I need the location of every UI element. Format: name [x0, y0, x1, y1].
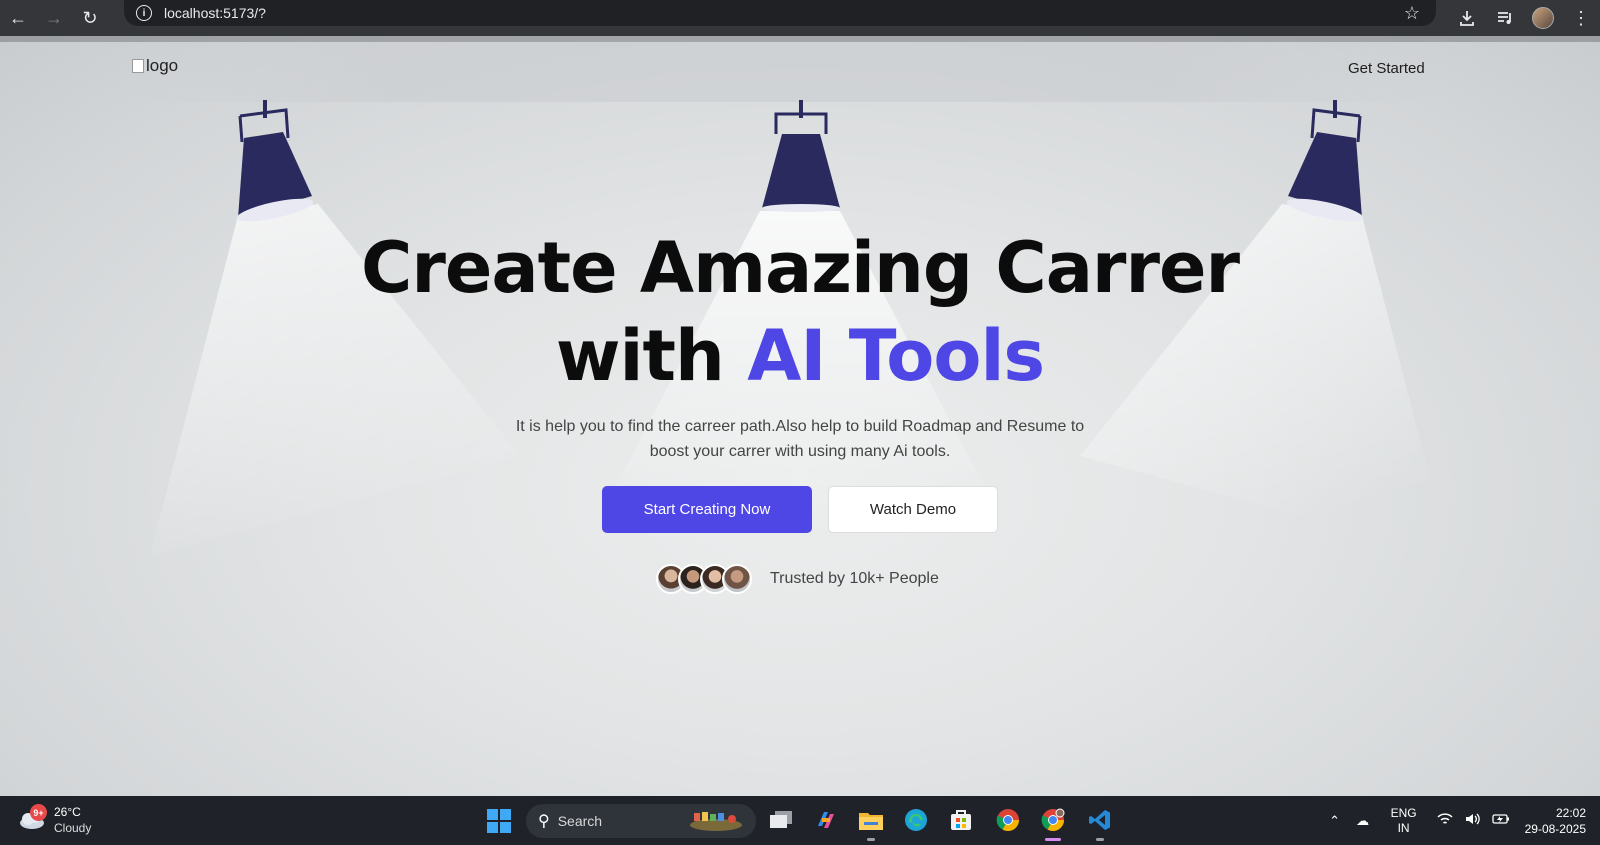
start-creating-button[interactable]: Start Creating Now	[602, 486, 812, 533]
logo[interactable]: logo	[132, 56, 178, 76]
task-view-icon[interactable]	[766, 805, 796, 835]
back-arrow-icon[interactable]: ←	[0, 0, 36, 36]
volume-icon[interactable]	[1461, 812, 1485, 829]
browser-actions: ⋮	[1448, 0, 1600, 36]
broken-image-icon	[132, 59, 144, 73]
trust-text: Trusted by 10k+ People	[770, 570, 939, 587]
avatar-group	[656, 564, 752, 594]
weather-condition: Cloudy	[54, 821, 92, 835]
chevron-up-icon[interactable]: ⌃	[1323, 813, 1347, 829]
hero-subtitle: It is help you to find the carreer path.…	[0, 414, 1600, 464]
chrome-icon[interactable]	[993, 805, 1023, 835]
hero-title-accent: AI Tools	[747, 315, 1045, 397]
spotlight-lamp-right	[1286, 100, 1364, 222]
system-tray: ⌃ ☁ ENG IN 22:02 29-08-2025	[1321, 796, 1600, 845]
watch-demo-button[interactable]: Watch Demo	[828, 486, 998, 533]
forward-arrow-icon[interactable]: →	[36, 0, 72, 36]
file-explorer-icon[interactable]	[856, 805, 886, 841]
bookmark-star-icon[interactable]: ☆	[1404, 3, 1420, 24]
weather-badge: 9+	[30, 804, 47, 821]
search-highlight-icon	[690, 812, 742, 831]
hero-title: Create Amazing Carrer with AI Tools	[0, 224, 1600, 400]
battery-icon[interactable]	[1489, 812, 1513, 829]
search-label: Search	[557, 813, 603, 829]
hero-title-line2: with AI Tools	[0, 312, 1600, 400]
url-text[interactable]: localhost:5173/?	[164, 5, 266, 21]
hero-title-line1: Create Amazing Carrer	[361, 227, 1240, 309]
menu-kebab-icon[interactable]: ⋮	[1562, 0, 1600, 36]
lang-code: ENG	[1390, 805, 1417, 820]
windows-start-icon[interactable]	[486, 808, 512, 834]
address-bar[interactable]: i localhost:5173/? ☆	[124, 0, 1436, 26]
spotlight-lamp-center	[762, 100, 840, 212]
weather-text: 26°C Cloudy	[54, 804, 91, 836]
download-icon[interactable]	[1448, 0, 1486, 36]
taskbar: 9+ 26°C Cloudy ⚲ Search ⌃ ☁ ENG IN 22:02…	[0, 796, 1600, 845]
weather-widget[interactable]: 9+ 26°C Cloudy	[18, 804, 91, 836]
language-indicator[interactable]: ENG IN	[1391, 806, 1417, 836]
hero-subtitle-line2: boost your carrer with using many Ai too…	[649, 443, 951, 460]
chrome-profile-icon[interactable]	[1038, 805, 1068, 841]
hero-title-plain: with	[555, 315, 725, 397]
search-icon: ⚲	[538, 813, 550, 830]
copilot-icon[interactable]	[811, 805, 841, 835]
logo-alt-text: logo	[146, 56, 179, 75]
media-control-icon[interactable]	[1486, 0, 1524, 36]
spotlight-lamp-left	[236, 100, 314, 222]
time: 22:02	[1555, 805, 1586, 820]
vscode-icon[interactable]	[1085, 805, 1115, 841]
site-info-icon[interactable]: i	[136, 5, 152, 21]
wifi-icon[interactable]	[1433, 812, 1457, 829]
avatar	[722, 564, 752, 594]
reload-icon[interactable]: ↻	[72, 0, 108, 36]
edge-icon[interactable]	[901, 805, 931, 835]
region-code: IN	[1397, 820, 1410, 835]
get-started-link[interactable]: Get Started	[1348, 60, 1425, 77]
temperature: 26°C	[54, 805, 81, 819]
profile-avatar[interactable]	[1524, 0, 1562, 36]
store-icon[interactable]	[946, 805, 976, 835]
trust-badge: Trusted by 10k+ People	[656, 564, 939, 594]
taskbar-search[interactable]: ⚲ Search	[526, 804, 756, 838]
onedrive-icon[interactable]: ☁	[1351, 813, 1375, 829]
date: 29-08-2025	[1524, 821, 1586, 836]
clock[interactable]: 22:02 29-08-2025	[1525, 805, 1586, 837]
hero-subtitle-line1: It is help you to find the carreer path.…	[515, 418, 1085, 435]
landing-page: logo Get Started Create Amazing Carrer w…	[0, 36, 1600, 796]
cloud-icon: 9+	[18, 804, 47, 830]
